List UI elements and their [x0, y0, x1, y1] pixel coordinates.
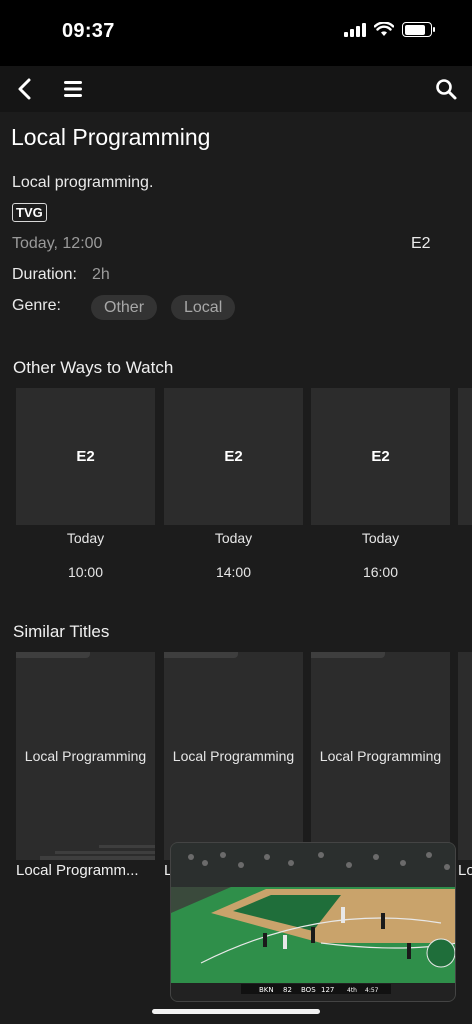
other-ways-heading: Other Ways to Watch	[13, 358, 174, 377]
genre-label: Genre:	[12, 297, 61, 314]
score-team-a: BKN	[259, 986, 274, 994]
battery-icon	[402, 22, 435, 37]
search-icon[interactable]	[434, 77, 458, 101]
similar-title-caption-peek: Lo	[458, 862, 472, 879]
watch-option-time: 16:00	[362, 564, 399, 580]
watch-option-card[interactable]: E2	[311, 388, 450, 525]
score-quarter: 4th	[347, 987, 357, 994]
channel-label: E2	[411, 235, 431, 252]
score-a: 82	[283, 986, 292, 994]
similar-title-card-label: Local Programming	[24, 748, 147, 764]
picture-in-picture-video[interactable]: BKN 82 BOS 127 4th 4:57	[170, 842, 456, 1002]
similar-title-card[interactable]: Local Programming	[16, 652, 155, 860]
watch-option-day: Today	[66, 530, 105, 546]
nav-bar	[0, 66, 472, 112]
similar-title-card[interactable]: Local Programming	[311, 652, 450, 860]
genre-chip-local[interactable]: Local	[171, 295, 236, 320]
genre-chip-other[interactable]: Other	[91, 295, 158, 320]
watch-option-card[interactable]: E2	[16, 388, 155, 525]
hamburger-menu-icon[interactable]	[62, 79, 84, 99]
status-time: 09:37	[62, 20, 115, 42]
watch-option-card[interactable]: E2	[164, 388, 303, 525]
similar-title-card[interactable]: Local Programming	[164, 652, 303, 860]
status-bar: 09:37	[0, 0, 472, 66]
watch-option-day: Today	[361, 530, 400, 546]
watch-option-channel: E2	[76, 448, 95, 465]
cellular-signal-icon	[344, 22, 366, 37]
status-icons	[344, 22, 435, 37]
score-team-b: BOS	[301, 986, 316, 994]
watch-option-time: 10:00	[67, 564, 104, 580]
score-b: 127	[321, 986, 334, 994]
similar-title-card-label: Local Programming	[319, 748, 442, 764]
back-chevron-icon[interactable]	[14, 77, 36, 101]
duration-label: Duration:	[12, 266, 77, 283]
home-indicator[interactable]	[152, 1009, 320, 1014]
similar-title-card-peek[interactable]	[458, 652, 472, 860]
program-description: Local programming.	[12, 174, 154, 191]
airtime: Today, 12:00	[12, 235, 103, 252]
program-title: Local Programming	[11, 124, 211, 150]
duration-value: 2h	[92, 266, 110, 283]
watch-option-time: 14:00	[215, 564, 252, 580]
similar-title-card-label: Local Programming	[172, 748, 295, 764]
similar-titles-heading: Similar Titles	[13, 622, 110, 641]
score-clock: 4:57	[365, 987, 379, 994]
rating-badge: TVG	[12, 203, 47, 222]
watch-option-channel: E2	[224, 448, 243, 465]
watch-option-day: Today	[214, 530, 253, 546]
wifi-icon	[374, 22, 394, 36]
similar-title-caption: Local Programm...	[16, 862, 139, 879]
watch-option-channel: E2	[371, 448, 390, 465]
basketball-broadcast-frame: BKN 82 BOS 127 4th 4:57	[171, 843, 455, 1001]
watch-option-card-peek[interactable]	[458, 388, 472, 525]
